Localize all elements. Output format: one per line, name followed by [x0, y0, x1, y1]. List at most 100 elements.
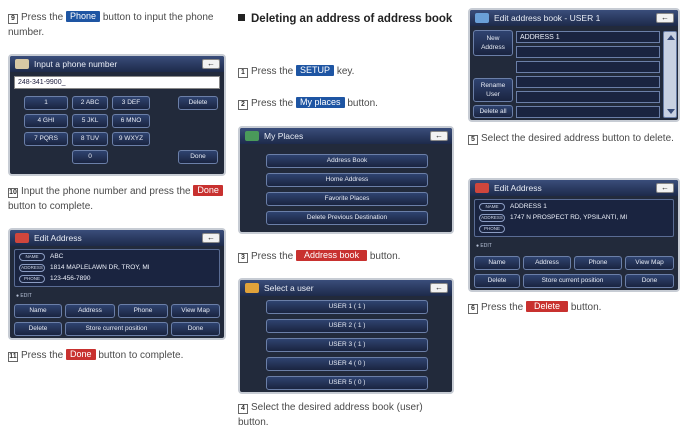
name-value: ADDRESS 1	[510, 203, 547, 210]
screen-header: Edit Address ←	[10, 230, 224, 246]
step-10: 10 Input the phone number and press the D…	[8, 184, 230, 214]
done-button[interactable]: Done	[178, 150, 218, 164]
store-position-button[interactable]: Store current position	[65, 322, 168, 336]
phone-value: 123-456-7890	[50, 275, 91, 282]
name-tag: NAME	[479, 203, 505, 211]
step-9: 9 Press the Phone button to input the pho…	[8, 11, 214, 38]
address-value: 1747 N PROSPECT RD, YPSILANTI, MI	[510, 214, 628, 221]
address-book-button[interactable]: Address Book	[266, 154, 428, 168]
delete-button[interactable]: Delete	[14, 322, 62, 336]
key-8[interactable]: 8 TUV	[72, 132, 108, 146]
edit-address-screen-2: Edit Address ← NAME ADDRESS 1 ADDRESS 17…	[468, 178, 680, 292]
view-map-button[interactable]: View Map	[171, 304, 220, 318]
edit-label: ● EDIT	[476, 243, 492, 249]
delete-previous-destination-button[interactable]: Delete Previous Destination	[266, 211, 428, 225]
step-1: 1 Press the SETUP key.	[238, 64, 354, 79]
name-button[interactable]: Name	[474, 256, 520, 270]
delete-button[interactable]: Delete	[474, 274, 520, 288]
edit-address-icon	[475, 183, 489, 193]
address-value: 1814 MAPLELAWN DR, TROY, MI	[50, 264, 150, 271]
step-number: 3	[238, 253, 248, 263]
step-number: 6	[468, 304, 478, 314]
phone-tag: PHONE	[479, 225, 505, 233]
rename-user-button[interactable]: Rename User	[473, 78, 513, 102]
step-number: 5	[468, 135, 478, 145]
phone-input-screen: Input a phone number ← 248-341-9900_ 1 2…	[8, 54, 226, 176]
phone-number-field[interactable]: 248-341-9900_	[14, 76, 220, 89]
phone-button[interactable]: Phone	[118, 304, 168, 318]
delete-chip: Delete	[526, 301, 569, 312]
scroll-down-icon[interactable]	[667, 109, 675, 114]
address-list-item[interactable]	[516, 76, 660, 88]
address-book-chip: Address book	[296, 250, 368, 261]
back-button[interactable]: ←	[202, 233, 220, 243]
step-number: 2	[238, 100, 248, 110]
address-list-item[interactable]	[516, 106, 660, 118]
address-button[interactable]: Address	[65, 304, 115, 318]
my-places-screen: My Places ← Address Book Home Address Fa…	[238, 126, 454, 234]
step-5: 5 Select the desired address button to de…	[468, 131, 680, 146]
phone-icon	[15, 59, 29, 69]
step-11: 11 Press the Done button to complete.	[8, 349, 184, 362]
select-user-screen: Select a user ← USER 1 ( 1 ) USER 2 ( 1 …	[238, 278, 454, 394]
key-3[interactable]: 3 DEF	[112, 96, 150, 110]
screen-header: Select a user ←	[240, 280, 452, 296]
step-3: 3 Press the Address book button.	[238, 249, 400, 264]
back-button[interactable]: ←	[202, 59, 220, 69]
phone-button[interactable]: Phone	[574, 256, 622, 270]
my-places-chip: My places	[296, 97, 345, 108]
screen-header: Edit Address ←	[470, 180, 678, 196]
favorite-places-button[interactable]: Favorite Places	[266, 192, 428, 206]
address-list-item[interactable]: ADDRESS 1	[516, 31, 660, 43]
new-address-button[interactable]: New Address	[473, 30, 513, 56]
store-position-button[interactable]: Store current position	[523, 274, 622, 288]
user-4-button[interactable]: USER 4 ( 0 )	[266, 357, 428, 371]
edit-address-book-screen: Edit address book - USER 1 ← New Address…	[468, 8, 680, 122]
scroll-up-icon[interactable]	[667, 35, 675, 40]
edit-address-icon	[15, 233, 29, 243]
key-6[interactable]: 6 MNO	[112, 114, 150, 128]
name-button[interactable]: Name	[14, 304, 62, 318]
address-list-item[interactable]	[516, 91, 660, 103]
key-2[interactable]: 2 ABC	[72, 96, 108, 110]
back-button[interactable]: ←	[656, 13, 674, 23]
delete-all-button[interactable]: Delete all	[473, 105, 513, 118]
user-5-button[interactable]: USER 5 ( 0 )	[266, 376, 428, 390]
list-scrollbar[interactable]	[663, 31, 677, 118]
address-tag: ADDRESS	[479, 214, 505, 222]
address-list-item[interactable]	[516, 46, 660, 58]
done-button[interactable]: Done	[171, 322, 220, 336]
key-0[interactable]: 0	[72, 150, 108, 164]
step-number: 1	[238, 68, 248, 78]
screen-header: Input a phone number ←	[10, 56, 224, 72]
places-icon	[245, 131, 259, 141]
key-9[interactable]: 9 WXYZ	[112, 132, 150, 146]
user-1-button[interactable]: USER 1 ( 1 )	[266, 300, 428, 314]
key-7[interactable]: 7 PQRS	[24, 132, 68, 146]
step-number: 4	[238, 404, 248, 414]
user-2-button[interactable]: USER 2 ( 1 )	[266, 319, 428, 333]
step-4: 4 Select the desired address book (user) …	[238, 402, 423, 428]
done-button[interactable]: Done	[625, 274, 674, 288]
back-button[interactable]: ←	[430, 131, 448, 141]
back-button[interactable]: ←	[656, 183, 674, 193]
done-chip: Done	[66, 349, 96, 360]
step-number: 11	[8, 352, 18, 362]
delete-button[interactable]: Delete	[178, 96, 218, 110]
back-button[interactable]: ←	[430, 283, 448, 293]
screen-header: My Places ←	[240, 128, 452, 144]
address-book-icon	[475, 13, 489, 23]
name-value: ABC	[50, 253, 64, 260]
step-number: 10	[8, 188, 18, 198]
address-list-item[interactable]	[516, 61, 660, 73]
user-3-button[interactable]: USER 3 ( 1 )	[266, 338, 428, 352]
key-4[interactable]: 4 GHI	[24, 114, 68, 128]
address-button[interactable]: Address	[523, 256, 571, 270]
home-address-button[interactable]: Home Address	[266, 173, 428, 187]
phone-tag: PHONE	[19, 275, 45, 283]
key-1[interactable]: 1	[24, 96, 68, 110]
section-heading: Deleting an address of address book	[238, 12, 456, 27]
done-chip: Done	[193, 185, 223, 196]
key-5[interactable]: 5 JKL	[72, 114, 108, 128]
view-map-button[interactable]: View Map	[625, 256, 674, 270]
